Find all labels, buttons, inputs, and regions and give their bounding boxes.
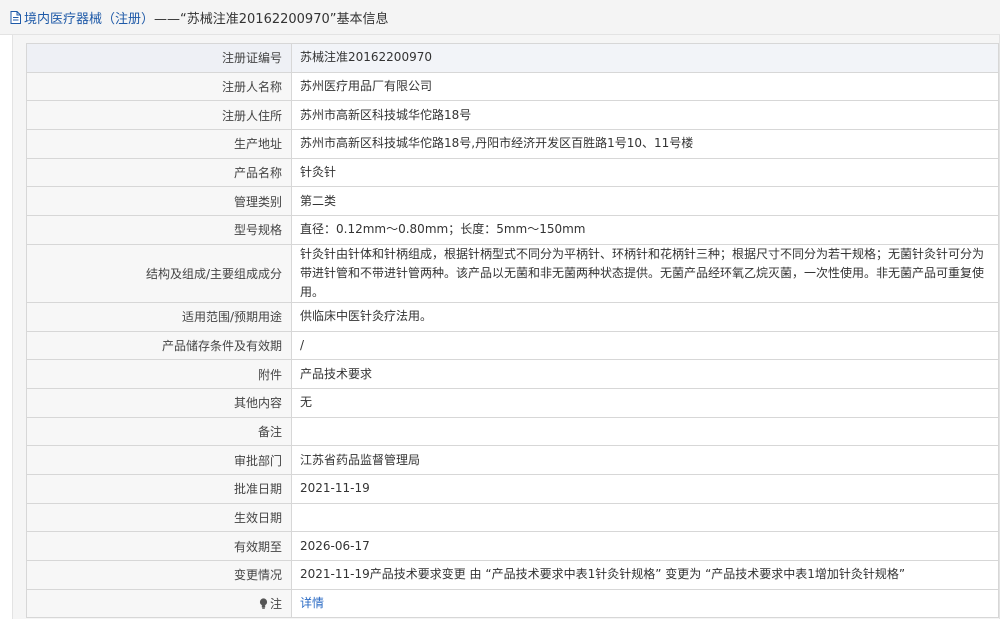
row-value: 苏州医疗用品厂有限公司 xyxy=(291,71,999,102)
table-row: 注册人名称 苏州医疗用品厂有限公司 xyxy=(26,71,999,102)
document-icon xyxy=(10,10,21,24)
row-value: 2021-11-19 xyxy=(291,473,999,504)
row-value: 针灸针由针体和针柄组成，根据针柄型式不同分为平柄针、环柄针和花柄针三种；根据尺寸… xyxy=(291,243,999,303)
row-label: 批准日期 xyxy=(26,473,292,504)
row-label: 有效期至 xyxy=(26,531,292,561)
row-value: / xyxy=(291,330,999,361)
table-row: 结构及组成/主要组成成分 针灸针由针体和针柄组成，根据针柄型式不同分为平柄针、环… xyxy=(26,243,999,303)
table-row: 其他内容 无 xyxy=(26,387,999,418)
row-label: 注册证编号 xyxy=(26,43,292,73)
row-value: 产品技术要求 xyxy=(291,359,999,389)
row-value: 2026-06-17 xyxy=(291,531,999,561)
row-label: 生效日期 xyxy=(26,502,292,533)
row-label: 产品名称 xyxy=(26,157,292,188)
table-row: 型号规格 直径：0.12mm～0.80mm；长度：5mm～150mm xyxy=(26,215,999,245)
row-label: 管理类别 xyxy=(26,186,292,217)
table-row-note: 注 详情 xyxy=(26,588,999,619)
row-label: 生产地址 xyxy=(26,129,292,159)
table-row: 产品储存条件及有效期 / xyxy=(26,330,999,361)
row-label: 备注 xyxy=(26,416,292,447)
row-value: 供临床中医针灸疗法用。 xyxy=(291,301,999,332)
row-value: 苏州市高新区科技城华佗路18号 xyxy=(291,100,999,131)
note-label-cell: 注 xyxy=(26,588,292,619)
row-value: 针灸针 xyxy=(291,157,999,188)
row-value xyxy=(291,502,999,533)
row-value: 2021-11-19产品技术要求变更 由 “产品技术要求中表1针灸针规格” 变更… xyxy=(291,560,999,590)
note-value-cell: 详情 xyxy=(291,588,999,619)
row-value: 苏州市高新区科技城华佗路18号,丹阳市经济开发区百胜路1号10、11号楼 xyxy=(291,129,999,159)
details-link[interactable]: 详情 xyxy=(300,596,324,610)
detail-panel: 注册证编号 苏械注准20162200970 注册人名称 苏州医疗用品厂有限公司 … xyxy=(12,35,1000,619)
page-title: ——“苏械注准20162200970”基本信息 xyxy=(154,11,389,27)
table-row: 产品名称 针灸针 xyxy=(26,157,999,188)
page-header: 境内医疗器械（注册） ——“苏械注准20162200970”基本信息 xyxy=(0,0,1000,35)
row-label: 产品储存条件及有效期 xyxy=(26,330,292,361)
table-row: 注册人住所 苏州市高新区科技城华佗路18号 xyxy=(26,100,999,131)
table-row: 生效日期 xyxy=(26,502,999,533)
table-row: 注册证编号 苏械注准20162200970 xyxy=(26,43,999,73)
row-label: 适用范围/预期用途 xyxy=(26,301,292,332)
table-row: 批准日期 2021-11-19 xyxy=(26,473,999,504)
note-label: 注 xyxy=(269,597,282,612)
table-row: 管理类别 第二类 xyxy=(26,186,999,217)
row-value: 苏械注准20162200970 xyxy=(291,43,999,73)
detail-table: 注册证编号 苏械注准20162200970 注册人名称 苏州医疗用品厂有限公司 … xyxy=(26,43,999,619)
row-label: 审批部门 xyxy=(26,445,292,475)
row-label: 注册人住所 xyxy=(26,100,292,131)
row-label: 变更情况 xyxy=(26,560,292,590)
table-row: 变更情况 2021-11-19产品技术要求变更 由 “产品技术要求中表1针灸针规… xyxy=(26,560,999,590)
page-title-link[interactable]: 境内医疗器械（注册） xyxy=(24,8,154,27)
row-label: 附件 xyxy=(26,359,292,389)
lightbulb-icon xyxy=(259,598,268,609)
row-label: 注册人名称 xyxy=(26,71,292,102)
row-label: 其他内容 xyxy=(26,387,292,418)
table-row: 备注 xyxy=(26,416,999,447)
table-row: 审批部门 江苏省药品监督管理局 xyxy=(26,445,999,475)
row-value: 直径：0.12mm～0.80mm；长度：5mm～150mm xyxy=(291,215,999,245)
row-value: 江苏省药品监督管理局 xyxy=(291,445,999,475)
row-value xyxy=(291,416,999,447)
table-row: 附件 产品技术要求 xyxy=(26,359,999,389)
row-value: 无 xyxy=(291,387,999,418)
table-row: 有效期至 2026-06-17 xyxy=(26,531,999,561)
table-row: 生产地址 苏州市高新区科技城华佗路18号,丹阳市经济开发区百胜路1号10、11号… xyxy=(26,129,999,159)
row-label: 结构及组成/主要组成成分 xyxy=(26,243,292,303)
row-label: 型号规格 xyxy=(26,215,292,245)
row-value: 第二类 xyxy=(291,186,999,217)
table-row: 适用范围/预期用途 供临床中医针灸疗法用。 xyxy=(26,301,999,332)
